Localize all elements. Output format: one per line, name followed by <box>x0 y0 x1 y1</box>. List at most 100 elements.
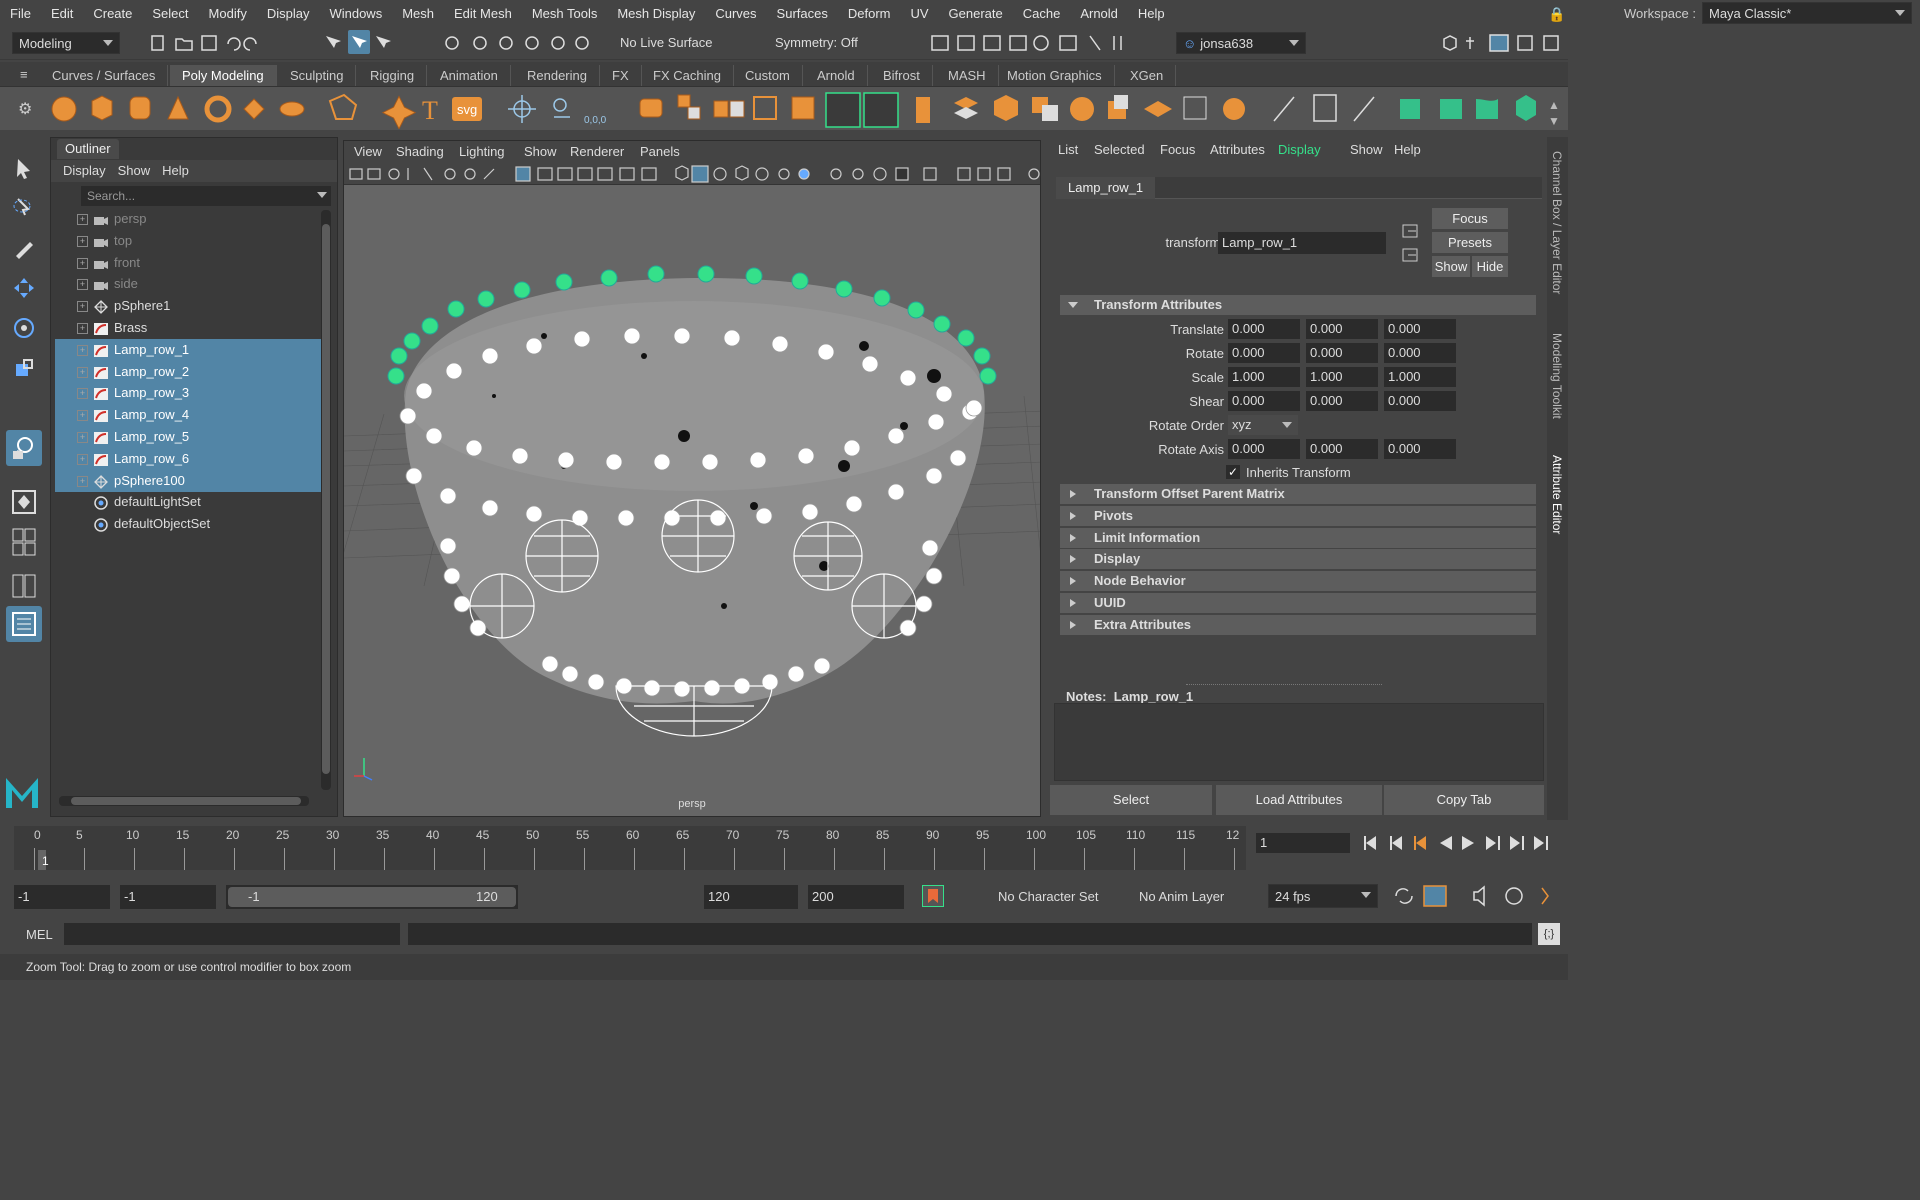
node-navigation-icons[interactable] <box>1400 223 1422 267</box>
viewport-menu-show[interactable]: Show <box>524 144 557 159</box>
playback-start-field[interactable]: -1 <box>120 885 216 909</box>
paint-select-tool-icon[interactable] <box>6 230 42 266</box>
scrollbar-thumb[interactable] <box>322 224 330 774</box>
ae-menu-selected[interactable]: Selected <box>1094 142 1145 157</box>
rotate-order-dropdown[interactable]: xyz <box>1228 415 1298 435</box>
section-pivots[interactable]: Pivots <box>1060 505 1536 526</box>
section-node-behavior[interactable]: Node Behavior <box>1060 571 1536 592</box>
menu-cache[interactable]: Cache <box>1023 6 1061 21</box>
rotate-x-field[interactable]: 0.000 <box>1228 343 1300 363</box>
rotate-axis-x-field[interactable]: 0.000 <box>1228 439 1300 459</box>
menu-help[interactable]: Help <box>1138 6 1165 21</box>
shelf-settings-gear-icon[interactable]: ⚙ <box>18 99 32 119</box>
attribute-editor-tab[interactable]: Attribute Editor <box>1550 455 1564 534</box>
presets-button[interactable]: Presets <box>1432 232 1508 253</box>
show-button[interactable]: Show <box>1432 256 1470 277</box>
shelf-tab-bifrost[interactable]: Bifrost <box>871 65 933 86</box>
outliner-item-side[interactable]: + side <box>55 273 321 295</box>
rotate-tool-icon[interactable] <box>6 310 42 346</box>
outliner-menu-display[interactable]: Display <box>63 160 106 182</box>
menu-display[interactable]: Display <box>267 6 310 21</box>
shelf-tab-sculpting[interactable]: Sculpting <box>278 65 357 86</box>
hide-button[interactable]: Hide <box>1472 256 1508 277</box>
outliner-item-brass[interactable]: + Brass <box>55 317 321 339</box>
ae-menu-focus[interactable]: Focus <box>1160 142 1195 157</box>
outliner-layout-icon[interactable] <box>6 606 42 642</box>
outliner-item-defaultobjectset[interactable]: defaultObjectSet <box>55 513 321 535</box>
shelf-tab-mash[interactable]: MASH <box>936 65 999 86</box>
expand-plus-icon[interactable]: + <box>77 388 88 400</box>
menu-surfaces[interactable]: Surfaces <box>777 6 828 21</box>
shelf-tab-xgen[interactable]: XGen <box>1118 65 1177 86</box>
divider-handle[interactable] <box>1186 684 1382 685</box>
shear-z-field[interactable]: 0.000 <box>1384 391 1456 411</box>
shelf-tab-arnold[interactable]: Arnold <box>805 65 868 86</box>
ae-menu-show[interactable]: Show <box>1350 142 1383 157</box>
ae-menu-attributes[interactable]: Attributes <box>1210 142 1265 157</box>
expand-plus-icon[interactable]: + <box>77 279 88 291</box>
shelf-tab-rendering[interactable]: Rendering <box>515 65 600 86</box>
translate-x-field[interactable]: 0.000 <box>1228 319 1300 339</box>
outliner-item-defaultlightset[interactable]: defaultLightSet <box>55 491 321 513</box>
menu-deform[interactable]: Deform <box>848 6 891 21</box>
load-attributes-button[interactable]: Load Attributes <box>1216 785 1382 815</box>
outliner-item-lamp-row-4[interactable]: + Lamp_row_4 <box>55 404 321 427</box>
expand-plus-icon[interactable]: + <box>77 366 88 378</box>
modeling-toolkit-tab[interactable]: Modeling Toolkit <box>1550 333 1564 419</box>
ae-menu-help[interactable]: Help <box>1394 142 1421 157</box>
expand-plus-icon[interactable]: + <box>77 410 88 422</box>
menu-mesh[interactable]: Mesh <box>402 6 434 21</box>
symmetry-label[interactable]: Symmetry: Off <box>775 35 858 50</box>
viewport-menu-renderer[interactable]: Renderer <box>570 144 624 159</box>
zoom-tool-icon[interactable] <box>6 430 42 466</box>
expand-plus-icon[interactable]: + <box>77 432 88 443</box>
script-editor-icon[interactable]: {;} <box>1538 923 1560 945</box>
notes-text-area[interactable] <box>1054 703 1544 781</box>
character-set-dropdown[interactable]: No Character Set <box>998 889 1098 904</box>
shelf-scroll-up-icon[interactable]: ▲ <box>1548 98 1560 112</box>
scale-tool-icon[interactable] <box>6 350 42 386</box>
shelf-tab-fx[interactable]: FX <box>600 65 642 86</box>
ae-menu-display[interactable]: Display <box>1278 142 1321 157</box>
shelf-tab-curves-surfaces[interactable]: Curves / Surfaces <box>40 65 169 86</box>
section-limit-information[interactable]: Limit Information <box>1060 527 1536 548</box>
outliner-item-lamp-row-6[interactable]: + Lamp_row_6 <box>55 447 321 470</box>
menu-windows[interactable]: Windows <box>329 6 382 21</box>
outliner-item-lamp-row-5[interactable]: + Lamp_row_5 <box>55 426 321 448</box>
menu-edit[interactable]: Edit <box>51 6 73 21</box>
range-slider[interactable]: -1 120 <box>226 885 518 909</box>
shelf-tab-animation[interactable]: Animation <box>428 65 511 86</box>
viewport-menu-view[interactable]: View <box>354 144 382 159</box>
animation-end-field[interactable]: 200 <box>808 885 904 909</box>
two-view-layout-icon[interactable] <box>6 568 42 604</box>
outliner-item-lamp-row-3[interactable]: + Lamp_row_3 <box>55 382 321 405</box>
outliner-vertical-scrollbar[interactable] <box>321 210 331 790</box>
animation-start-field[interactable]: -1 <box>14 885 110 909</box>
focus-button[interactable]: Focus <box>1432 208 1508 229</box>
outliner-menu-help[interactable]: Help <box>162 160 189 182</box>
section-extra-attributes[interactable]: Extra Attributes <box>1060 614 1536 635</box>
outliner-item-front[interactable]: + front <box>55 252 321 274</box>
menu-generate[interactable]: Generate <box>949 6 1003 21</box>
range-slider-handle[interactable] <box>228 887 516 907</box>
menu-modify[interactable]: Modify <box>209 6 247 21</box>
menu-select[interactable]: Select <box>152 6 188 21</box>
rotate-z-field[interactable]: 0.000 <box>1384 343 1456 363</box>
scale-x-field[interactable]: 1.000 <box>1228 367 1300 387</box>
user-login-dropdown[interactable]: ☺ jonsa638 <box>1176 32 1306 54</box>
menu-edit-mesh[interactable]: Edit Mesh <box>454 6 512 21</box>
time-slider-track[interactable]: 1 0 5 10 15 20 25 30 35 40 45 50 55 60 65 70 75 80 85 90 95… <box>14 826 1246 870</box>
menu-uv[interactable]: UV <box>910 6 928 21</box>
single-view-layout-icon[interactable] <box>6 484 42 520</box>
viewport-menu-shading[interactable]: Shading <box>396 144 444 159</box>
playback-end-field[interactable]: 120 <box>704 885 798 909</box>
section-display[interactable]: Display <box>1060 549 1536 570</box>
menu-curves[interactable]: Curves <box>715 6 756 21</box>
lasso-tool-icon[interactable] <box>6 190 42 226</box>
viewport-menu-panels[interactable]: Panels <box>640 144 680 159</box>
menu-create[interactable]: Create <box>93 6 132 21</box>
search-options-chevron-icon[interactable] <box>317 192 327 198</box>
lock-icon[interactable]: 🔒 <box>1548 6 1565 23</box>
scale-z-field[interactable]: 1.000 <box>1384 367 1456 387</box>
menu-set-dropdown[interactable]: Modeling <box>12 32 120 54</box>
